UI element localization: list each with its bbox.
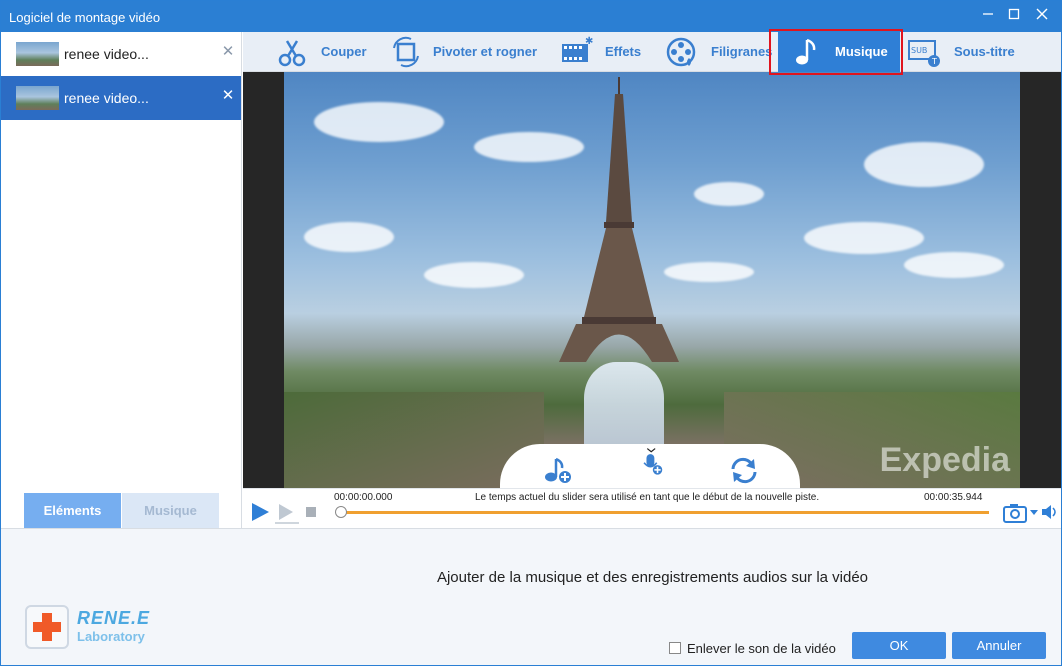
timeline-bar: 00:00:00.000 Le temps actuel du slider s… [243,488,1061,528]
brand-logo: RENE.E Laboratory [25,605,165,649]
cancel-button[interactable]: Annuler [952,632,1046,659]
play-icon[interactable] [249,501,271,523]
mute-checkbox[interactable] [669,642,681,654]
svg-text:SUB: SUB [911,46,927,55]
tool-rotate-crop-label: Pivoter et rogner [433,44,538,59]
refresh-icon[interactable] [727,455,761,485]
timeline-track[interactable] [339,511,989,514]
maximize-icon [1008,8,1020,20]
total-duration: 00:00:35.944 [924,492,983,503]
maximize-button[interactable] [1003,5,1025,27]
close-icon [1036,8,1048,20]
logo-cross-icon [25,605,69,649]
play-segment-icon[interactable] [275,502,299,524]
chevron-down-icon[interactable] [1030,509,1038,517]
volume-icon[interactable] [1041,503,1059,521]
video-watermark: Expedia [879,441,1010,479]
logo-sub-text: Laboratory [77,629,145,644]
svg-text:✱: ✱ [585,36,593,47]
tool-watermarks-label: Filigranes [711,44,773,59]
file-item-selected[interactable]: renee video... ✕ [1,76,241,120]
close-button[interactable] [1031,5,1053,27]
bottom-panel: Ajouter de la musique et des enregistrem… [1,528,1061,665]
video-frame: Expedia [284,72,1020,488]
file-thumbnail [16,42,59,66]
video-preview-area: Expedia [243,72,1061,490]
eiffel-tower-image [559,77,679,362]
file-thumbnail [16,86,59,110]
current-time: 00:00:00.000 [334,492,393,503]
tool-cut-label: Couper [321,44,367,59]
file-list-panel: renee video... ✕ renee video... ✕ Elémen… [1,32,242,528]
stop-icon[interactable] [305,506,317,518]
svg-text:T: T [931,57,937,66]
add-recording-icon[interactable] [635,447,669,477]
tool-effects[interactable]: ✱ Effets [557,32,647,72]
tab-music[interactable]: Musique [122,493,219,528]
minimize-button[interactable] [977,5,999,27]
file-name: renee video... [64,90,149,106]
timeline-slider-handle[interactable] [335,506,347,518]
camera-snapshot-icon[interactable] [1003,502,1029,524]
tool-effects-label: Effets [605,44,642,59]
tool-rotate-crop[interactable]: Pivoter et rogner [385,32,545,72]
edit-toolbar: Couper Pivoter et rogner ✱ Effets Filigr… [243,32,1061,72]
logo-brand-text: RENE.E [77,608,151,628]
rotate-crop-icon [393,36,419,68]
file-name: renee video... [64,46,149,62]
minimize-icon [983,13,993,15]
scissors-icon [278,40,306,67]
timeline-hint: Le temps actuel du slider sera utilisé e… [475,492,820,503]
tool-subtitle[interactable]: SUB T Sous-titre [907,32,1037,72]
tool-subtitle-label: Sous-titre [954,44,1015,59]
title-bar: Logiciel de montage vidéo [1,1,1061,32]
remove-file-icon[interactable]: ✕ [219,43,237,61]
remove-file-icon[interactable]: ✕ [219,87,237,105]
file-item[interactable]: renee video... ✕ [1,32,241,76]
watermark-reel-icon [666,37,696,67]
ok-button[interactable]: OK [852,632,946,659]
add-music-icon[interactable] [541,455,575,485]
app-window: Logiciel de montage vidéo renee video...… [0,0,1062,666]
music-panel-description: Ajouter de la musique et des enregistrem… [436,569,869,586]
window-title: Logiciel de montage vidéo [9,10,161,25]
film-effects-icon: ✱ [562,36,593,62]
highlight-box [769,29,903,75]
tool-watermarks[interactable]: Filigranes [661,32,773,72]
subtitle-icon: SUB T [908,40,940,67]
tab-elements[interactable]: Eléments [24,493,121,528]
mute-label: Enlever le son de la vidéo [687,641,836,656]
tool-cut[interactable]: Couper [271,32,371,72]
